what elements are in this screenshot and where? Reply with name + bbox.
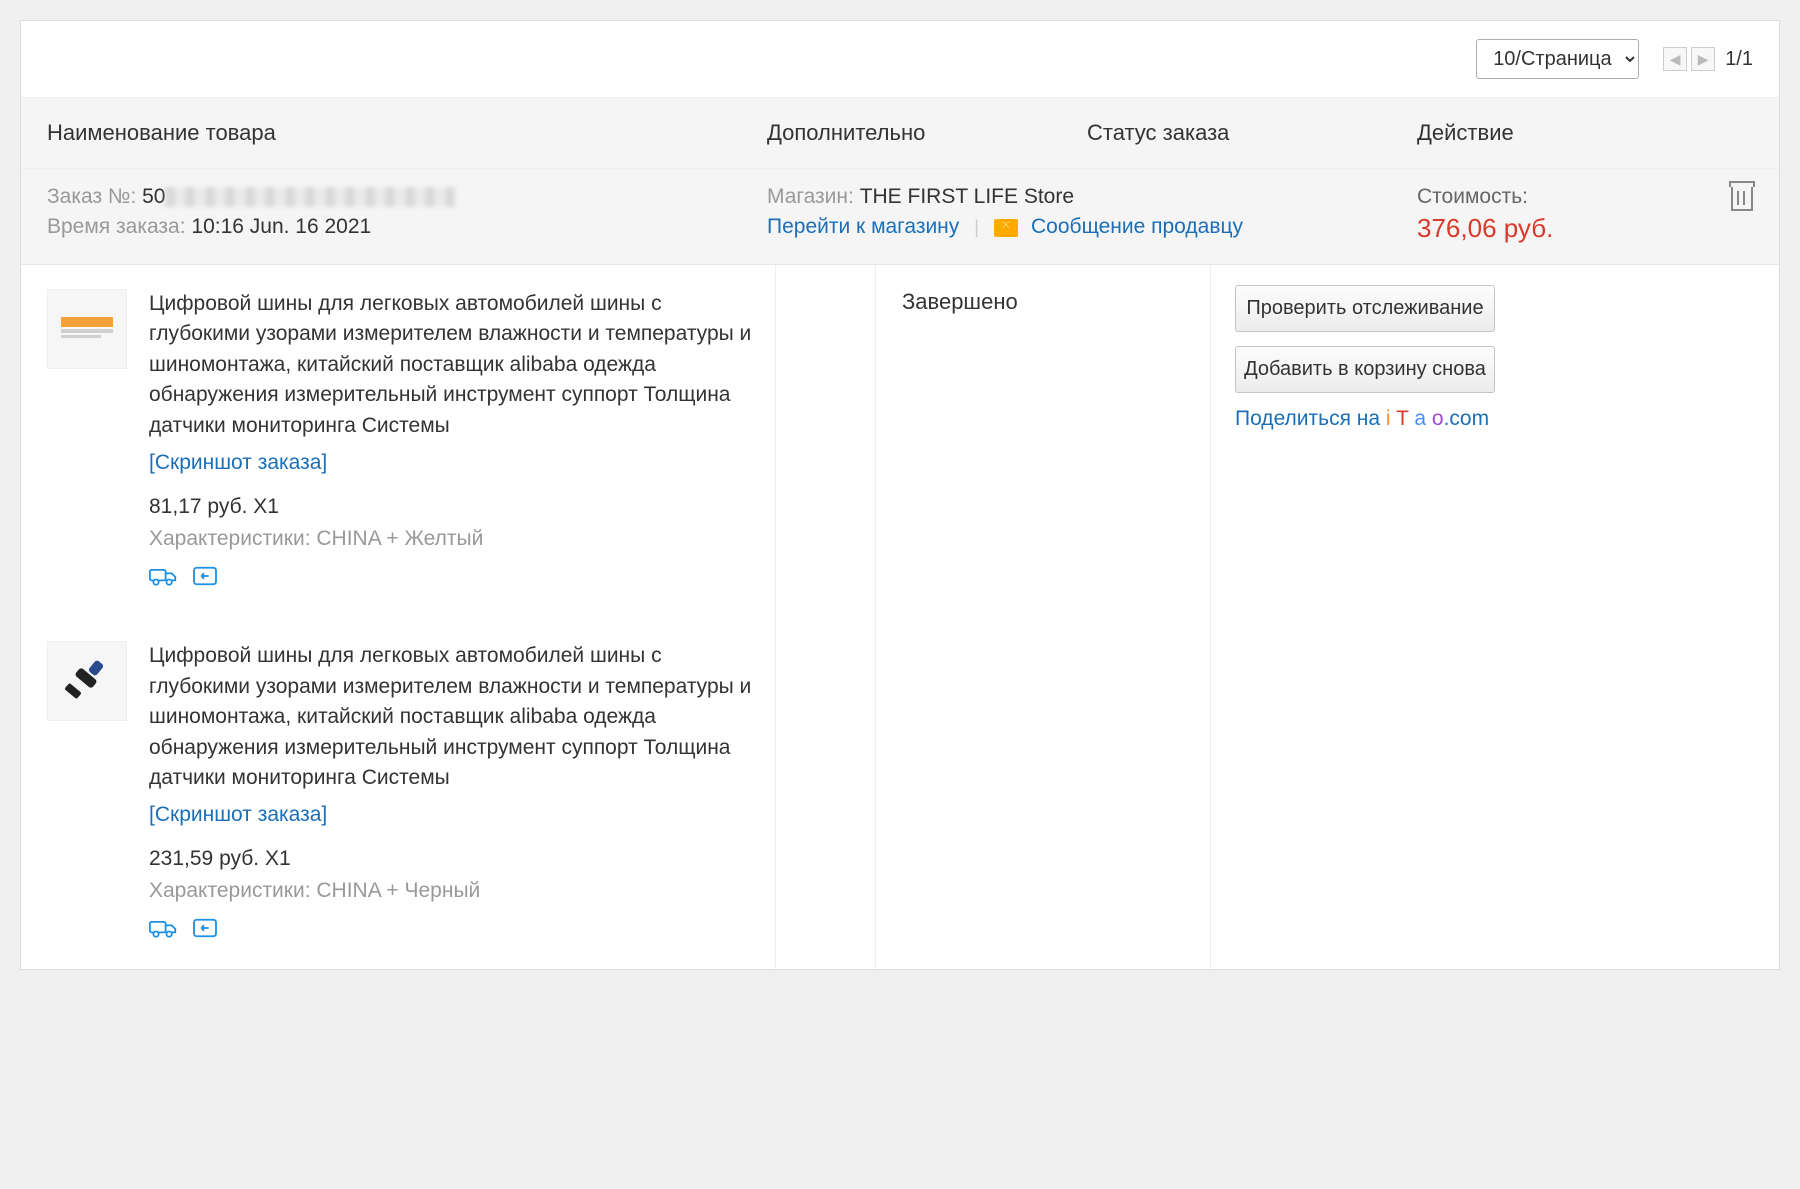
order-number-redacted: [165, 187, 455, 207]
return-icon: [191, 565, 219, 587]
page-indicator: 1/1: [1725, 48, 1753, 71]
order-number: Заказ №: 50: [47, 185, 767, 209]
truck-icon: [149, 565, 177, 587]
next-page-button[interactable]: ▶: [1691, 47, 1715, 71]
header-extra: Дополнительно: [767, 120, 1087, 146]
share-link[interactable]: Поделиться на i T a o.com: [1235, 407, 1755, 431]
product-price: 81,17 руб. X1: [149, 495, 755, 519]
go-to-store-link[interactable]: Перейти к магазину: [767, 215, 959, 238]
order-meta-row: Заказ №: 50 Время заказа: 10:16 Jun. 16 …: [21, 169, 1779, 265]
product-thumbnail[interactable]: [47, 641, 127, 721]
product-title[interactable]: Цифровой шины для легковых автомобилей ш…: [149, 641, 755, 793]
product-price: 231,59 руб. X1: [149, 847, 755, 871]
product-attrs: Характеристики: CHINA + Черный: [149, 879, 755, 903]
list-item: Цифровой шины для легковых автомобилей ш…: [21, 617, 775, 969]
header-status: Статус заказа: [1087, 120, 1417, 146]
add-to-cart-again-button[interactable]: Добавить в корзину снова: [1235, 346, 1495, 393]
trash-icon[interactable]: [1731, 187, 1753, 211]
order-body: Цифровой шины для легковых автомобилей ш…: [21, 265, 1779, 969]
truck-icon: [149, 917, 177, 939]
list-item: Цифровой шины для легковых автомобилей ш…: [21, 265, 775, 617]
product-attrs: Характеристики: CHINA + Желтый: [149, 527, 755, 551]
per-page-select[interactable]: 10/Страница: [1476, 39, 1639, 79]
message-seller-link[interactable]: Сообщение продавцу: [1031, 215, 1243, 238]
header-name: Наименование товара: [47, 120, 767, 146]
order-snapshot-link[interactable]: [Скриншот заказа]: [149, 451, 755, 475]
top-bar: 10/Страница ◀ ▶ 1/1: [21, 35, 1779, 97]
status-text: Завершено: [902, 289, 1184, 315]
track-button[interactable]: Проверить отслеживание: [1235, 285, 1495, 332]
extra-column: [776, 265, 876, 969]
cost-value: 376,06 руб.: [1417, 213, 1553, 244]
product-title[interactable]: Цифровой шины для легковых автомобилей ш…: [149, 289, 755, 441]
product-column: Цифровой шины для легковых автомобилей ш…: [21, 265, 776, 969]
store-name-line: Магазин: THE FIRST LIFE Store: [767, 185, 1417, 209]
header-action: Действие: [1417, 120, 1753, 146]
order-snapshot-link[interactable]: [Скриншот заказа]: [149, 803, 755, 827]
product-thumbnail[interactable]: [47, 289, 127, 369]
return-icon: [191, 917, 219, 939]
action-column: Проверить отслеживание Добавить в корзин…: [1211, 265, 1779, 969]
order-time: Время заказа: 10:16 Jun. 16 2021: [47, 215, 767, 239]
cost-label: Стоимость:: [1417, 185, 1553, 209]
status-column: Завершено: [876, 265, 1211, 969]
mail-icon: [994, 219, 1018, 237]
orders-panel: 10/Страница ◀ ▶ 1/1 Наименование товара …: [20, 20, 1780, 970]
table-header: Наименование товара Дополнительно Статус…: [21, 97, 1779, 169]
paginator: ◀ ▶ 1/1: [1663, 47, 1753, 71]
prev-page-button[interactable]: ◀: [1663, 47, 1687, 71]
